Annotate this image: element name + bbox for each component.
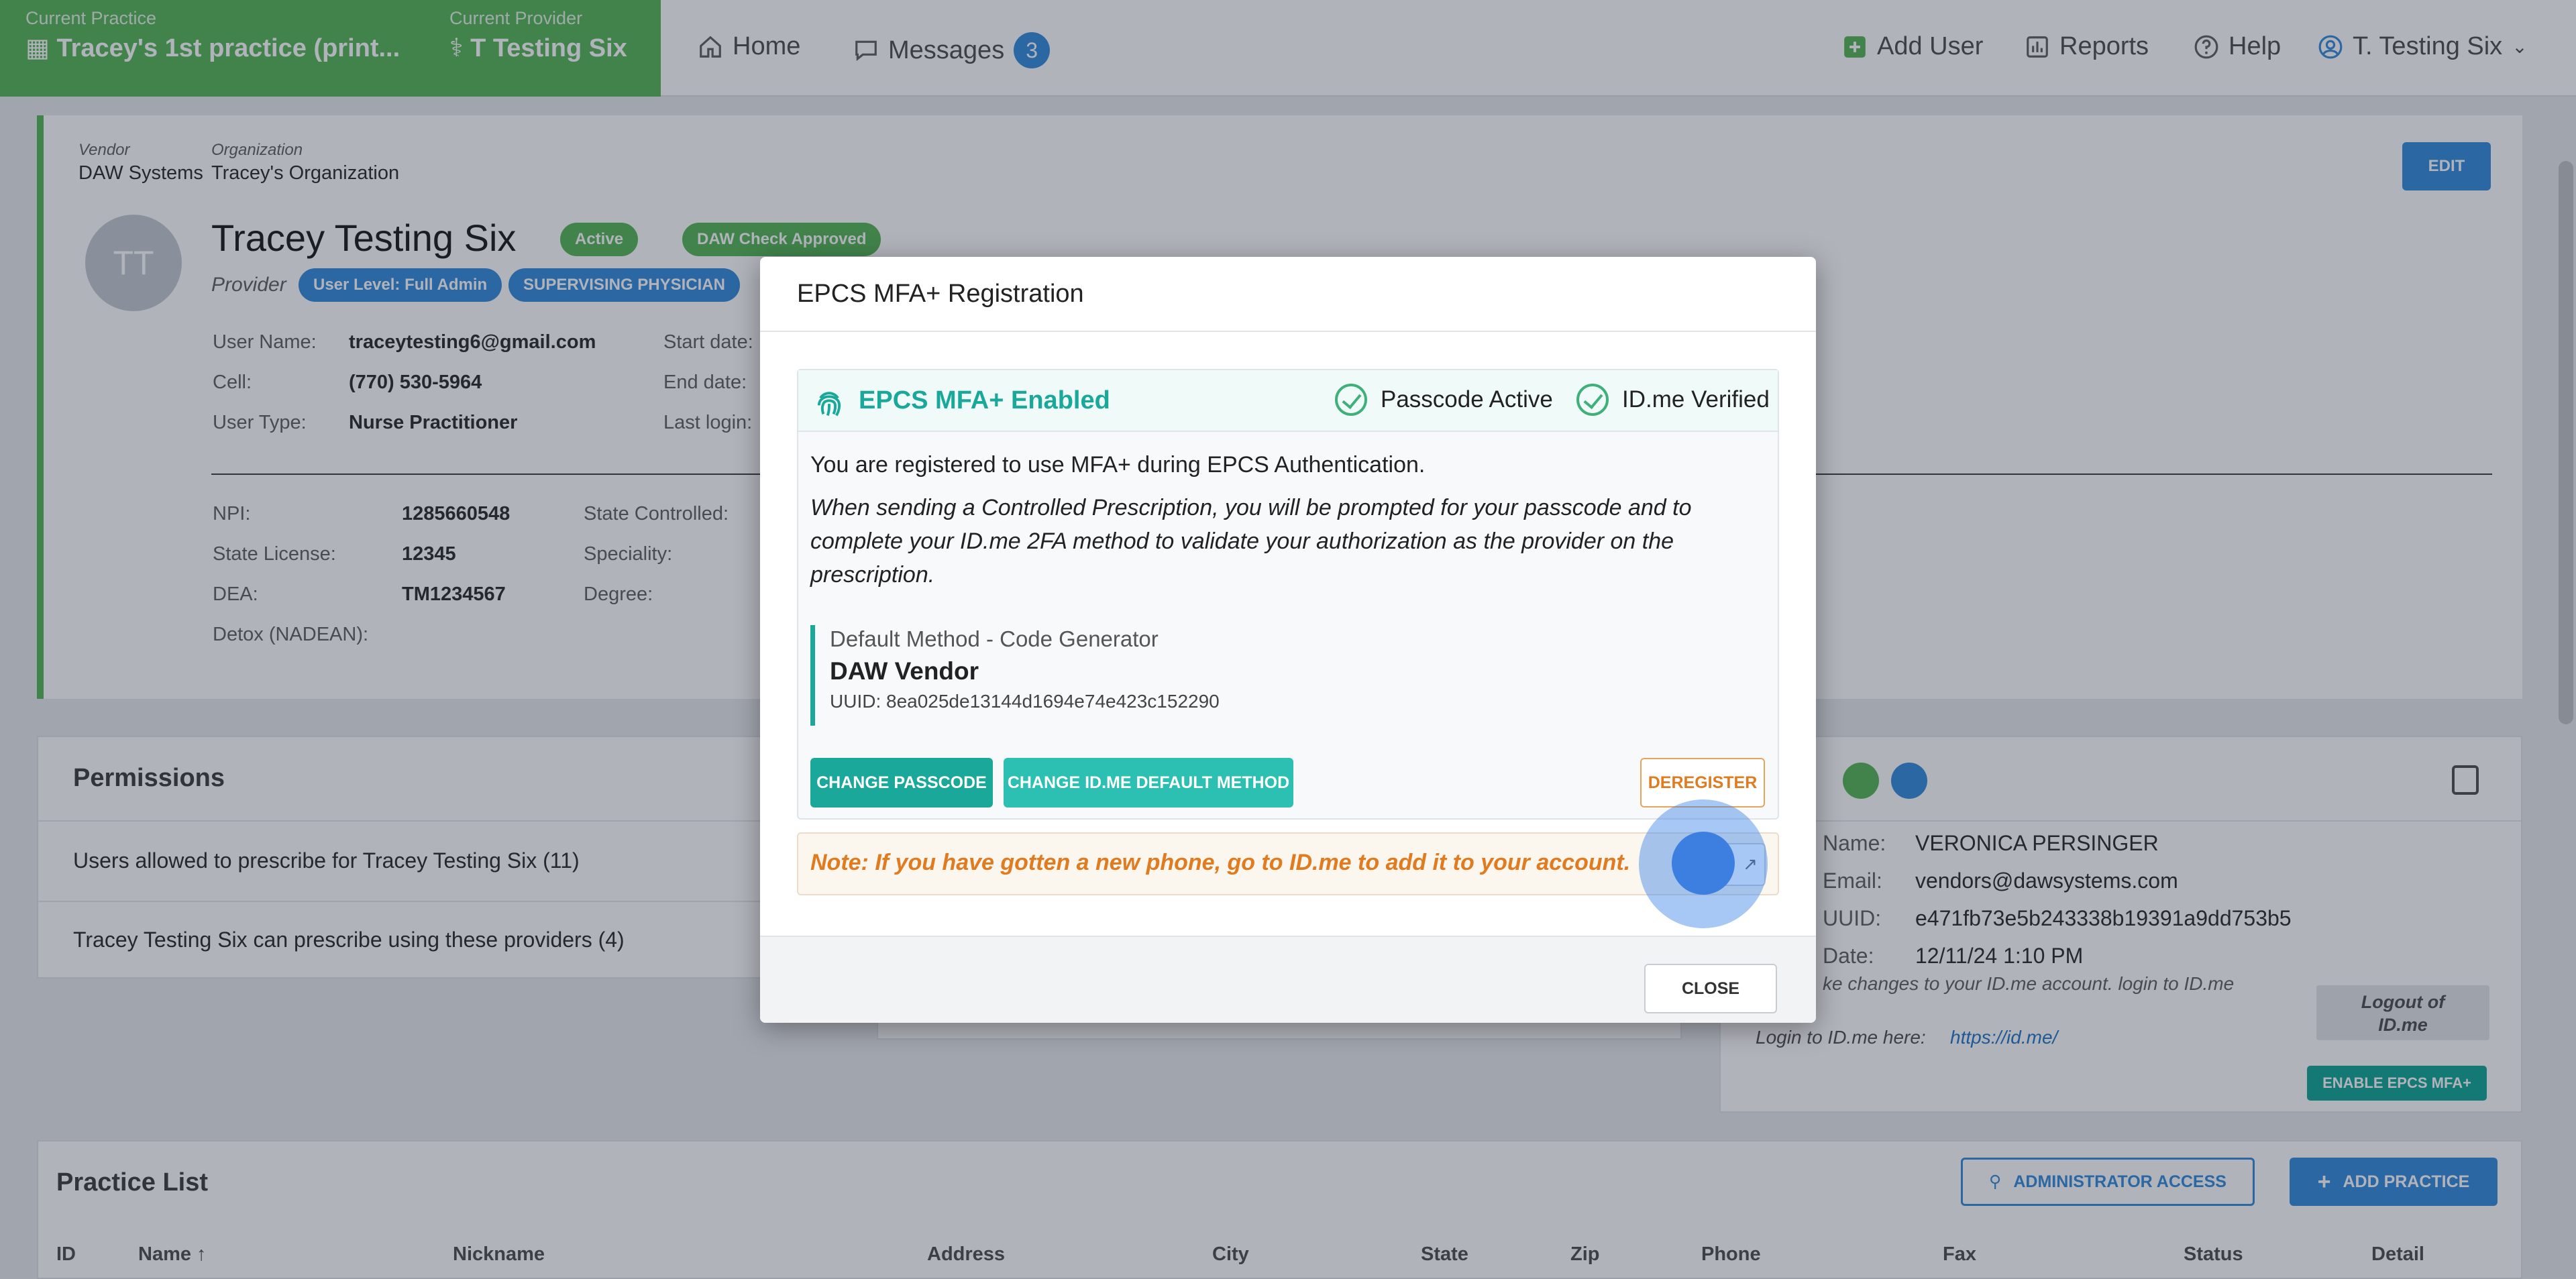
modal-header: EPCS MFA+ Registration <box>760 257 1816 332</box>
mfa-status-header: EPCS MFA+ Enabled Passcode Active ID.me … <box>798 370 1778 432</box>
default-method-box: Default Method - Code Generator DAW Vend… <box>810 625 1347 726</box>
passcode-status-label: Passcode Active <box>1381 386 1553 412</box>
default-method-uuid: UUID: 8ea025de13144d1694e74e423c152290 <box>830 691 1220 712</box>
check-circle-icon <box>1335 384 1367 416</box>
new-phone-note: Note: If you have gotten a new phone, go… <box>797 832 1779 895</box>
change-passcode-button[interactable]: CHANGE PASSCODE <box>810 758 993 808</box>
mfa-enabled-title: EPCS MFA+ Enabled <box>859 386 1110 414</box>
default-method-name: DAW Vendor <box>830 657 979 685</box>
fingerprint-icon <box>817 392 841 416</box>
modal-footer: CLOSE <box>760 936 1816 1023</box>
passcode-status: Passcode Active <box>1335 384 1553 416</box>
modal-title: EPCS MFA+ Registration <box>797 279 1084 308</box>
close-button[interactable]: CLOSE <box>1644 964 1777 1013</box>
idme-verified-label: ID.me Verified <box>1622 386 1770 412</box>
new-phone-note-text: Note: If you have gotten a new phone, go… <box>810 850 1631 875</box>
default-method-label: Default Method - Code Generator <box>830 626 1159 651</box>
registered-text: You are registered to use MFA+ during EP… <box>810 452 1426 478</box>
check-circle-icon <box>1576 384 1609 416</box>
change-idme-method-button[interactable]: CHANGE ID.ME DEFAULT METHOD <box>1004 758 1293 808</box>
mfa-status-panel: EPCS MFA+ Enabled Passcode Active ID.me … <box>797 369 1779 820</box>
click-indicator-dot <box>1672 832 1735 895</box>
idme-verified-status: ID.me Verified <box>1576 384 1770 416</box>
controlled-prescription-text: When sending a Controlled Prescription, … <box>810 495 1692 588</box>
